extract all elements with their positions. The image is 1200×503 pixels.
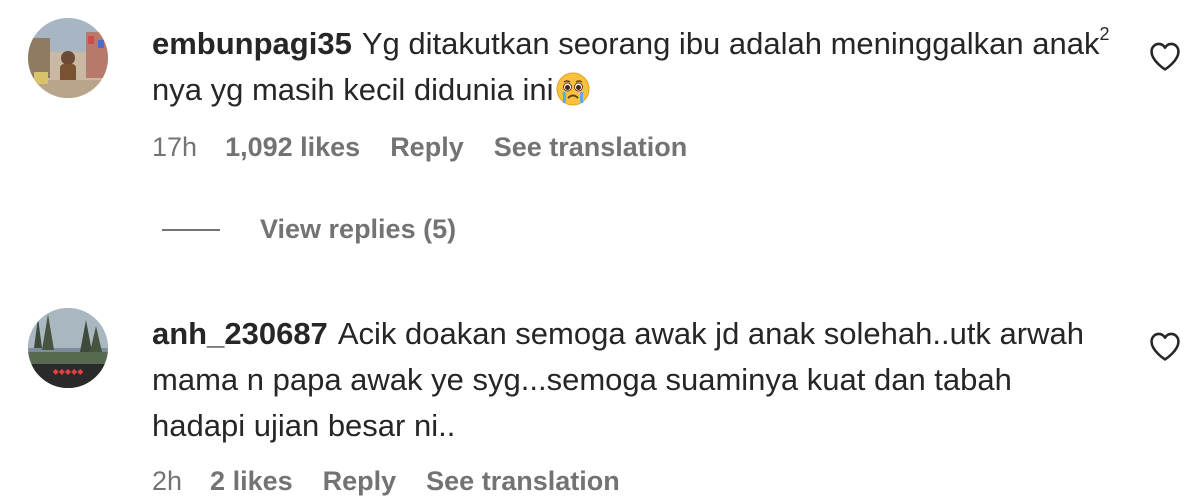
pleading-crying-face-icon bbox=[556, 72, 590, 106]
comment-body: Yg ditakutkan seorang ibu adalah meningg… bbox=[361, 26, 1100, 61]
likes-count[interactable]: 1,092 likes bbox=[225, 132, 360, 163]
comment-body-continued: nya yg masih kecil didunia ini bbox=[152, 72, 554, 107]
avatar[interactable] bbox=[28, 18, 108, 98]
comment-meta: 17h 1,092 likes Reply See translation bbox=[152, 132, 687, 163]
like-heart-icon[interactable] bbox=[1148, 330, 1182, 362]
replies-divider-line bbox=[162, 228, 220, 231]
see-translation-button[interactable]: See translation bbox=[494, 132, 688, 163]
superscript: 2 bbox=[1099, 24, 1110, 44]
comment-username[interactable]: anh_230687 bbox=[152, 316, 328, 351]
comment-text: embunpagi35 Yg ditakutkan seorang ibu ada… bbox=[152, 21, 1112, 113]
comment-meta: 2h 2 likes Reply See translation bbox=[152, 466, 620, 497]
view-replies-button[interactable]: View replies (5) bbox=[162, 214, 456, 245]
avatar[interactable]: ◆◆◆◆◆ bbox=[28, 308, 108, 388]
view-replies-label[interactable]: View replies (5) bbox=[260, 214, 456, 245]
svg-text:◆◆◆◆◆: ◆◆◆◆◆ bbox=[53, 367, 85, 376]
comment-text: anh_230687 Acik doakan semoga awak jd ana… bbox=[152, 311, 1112, 449]
comment-timestamp[interactable]: 17h bbox=[152, 132, 197, 163]
reply-button[interactable]: Reply bbox=[390, 132, 464, 163]
see-translation-button[interactable]: See translation bbox=[426, 466, 620, 497]
comment-timestamp[interactable]: 2h bbox=[152, 466, 182, 497]
likes-count[interactable]: 2 likes bbox=[210, 466, 293, 497]
comment-username[interactable]: embunpagi35 bbox=[152, 26, 352, 61]
like-heart-icon[interactable] bbox=[1148, 40, 1182, 72]
reply-button[interactable]: Reply bbox=[323, 466, 397, 497]
